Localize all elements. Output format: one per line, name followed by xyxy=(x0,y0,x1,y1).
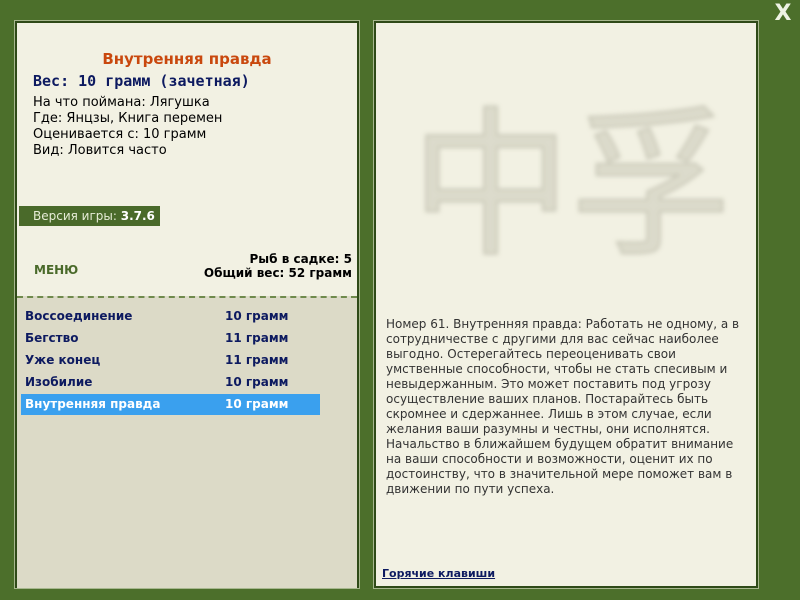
fish-info: На что поймана: Лягушка Где: Янцзы, Книг… xyxy=(33,95,222,159)
fish-kind: Вид: Ловится часто xyxy=(33,143,167,158)
watermark-glyphs: 中孚 xyxy=(411,92,731,273)
fish-title: Внутренняя правда xyxy=(102,50,272,68)
catch-list: Воссоединение 10 грамм Бегство 11 грамм … xyxy=(17,296,357,588)
catch-list-item-selected[interactable]: Внутренняя правда 10 грамм xyxy=(21,394,320,415)
hexagram-watermark: 中孚 xyxy=(410,91,732,273)
total-weight: Общий вес: 52 грамм xyxy=(203,266,352,280)
catch-weight: 10 грамм xyxy=(225,375,289,389)
catch-name: Воссоединение xyxy=(25,309,133,323)
fish-count: Рыб в садке: 5 xyxy=(249,252,353,266)
version-label: Версия игры: xyxy=(33,209,117,223)
catch-weight: 10 грамм xyxy=(225,309,289,323)
fish-bait: На что поймана: Лягушка xyxy=(33,95,210,110)
catch-name: Бегство xyxy=(25,331,79,345)
catch-name: Изобилие xyxy=(25,375,93,389)
catch-weight: 11 грамм xyxy=(225,353,289,367)
fish-score-threshold: Оценивается с: 10 грамм xyxy=(33,127,207,142)
catch-list-item[interactable]: Уже конец 11 грамм xyxy=(21,350,320,371)
menu-button[interactable]: МЕНЮ xyxy=(34,263,78,277)
catch-list-item[interactable]: Бегство 11 грамм xyxy=(21,328,320,349)
fish-location: Где: Янцзы, Книга перемен xyxy=(33,111,223,126)
hexagram-description: Номер 61. Внутренняя правда: Работать не… xyxy=(386,317,740,496)
version-badge: Версия игры: 3.7.6 xyxy=(19,206,160,226)
version-value: 3.7.6 xyxy=(120,209,155,223)
catch-stats: Рыб в садке: 5 Общий вес: 52 грамм xyxy=(204,252,352,280)
catch-name: Уже конец xyxy=(25,353,101,367)
fish-details-panel: Внутренняя правда Вес: 10 грамм (зачетна… xyxy=(14,20,360,589)
close-button[interactable]: X xyxy=(772,3,794,25)
hotkeys-link[interactable]: Горячие клавиши xyxy=(382,567,495,580)
catch-list-item[interactable]: Изобилие 10 грамм xyxy=(21,372,320,393)
catch-weight: 10 грамм xyxy=(225,397,289,411)
fish-weight: Вес: 10 грамм (зачетная) xyxy=(33,72,250,90)
description-panel: 中孚 Номер 61. Внутренняя правда: Работать… xyxy=(373,20,759,589)
catch-weight: 11 грамм xyxy=(225,331,289,345)
catch-list-item[interactable]: Воссоединение 10 грамм xyxy=(21,306,320,327)
catch-name: Внутренняя правда xyxy=(25,397,161,411)
